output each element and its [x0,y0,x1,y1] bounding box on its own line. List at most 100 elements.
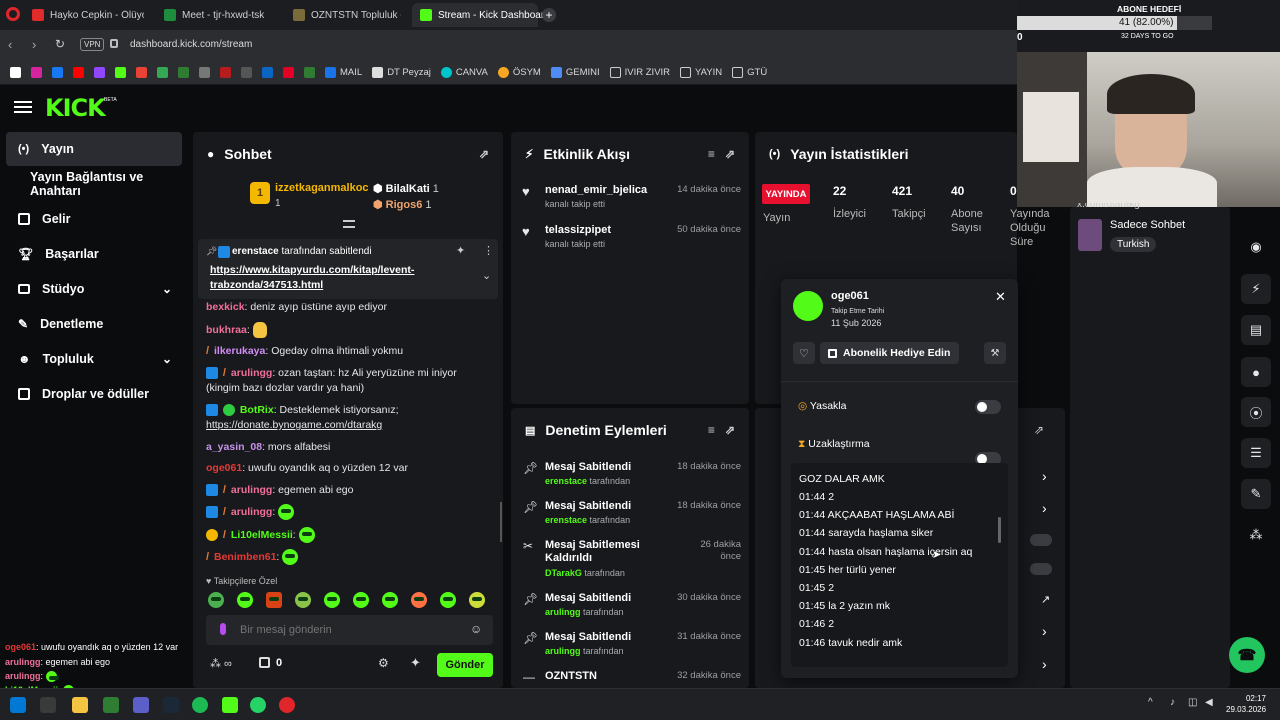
chat-username[interactable]: bukhraa [206,324,247,336]
teams-icon[interactable] [133,697,149,713]
tab-ozntstn[interactable]: OZNTSTN Topluluk - Tier L... [285,3,409,27]
x-bookmark-icon[interactable] [10,66,21,78]
more-options-icon[interactable]: ⋮ [483,244,494,257]
chat-scrollbar[interactable] [500,502,502,542]
heart-button[interactable]: ♡ [793,342,815,364]
microphone-tray-icon[interactable]: ♪ [1170,697,1175,708]
chevron-right-icon[interactable]: › [1042,656,1047,672]
app-icon[interactable] [103,697,119,713]
maps-bookmark-icon[interactable] [157,66,168,78]
gift-subscription-button[interactable]: Abonelik Hediye Edin [820,342,959,364]
emote-icon[interactable] [382,592,398,608]
ban-toggle[interactable] [975,400,1001,414]
bookmark-gtu[interactable]: GTÜ [732,66,767,78]
pin-bookmark-icon[interactable] [220,66,231,78]
sidebar-item-denetleme[interactable]: ✎ Denetleme [6,307,182,341]
leader-second-name[interactable]: ⬢ BilalKati 1 [373,182,439,195]
wrench-icon[interactable]: ✎ [1241,479,1271,509]
sidebar-item-stream-key[interactable]: Yayın Bağlantısı ve Anahtarı [6,167,182,201]
popout-icon[interactable]: ⇗ [725,147,735,161]
reload-icon[interactable]: ↻ [55,37,65,51]
leader-third-name[interactable]: ⬢ Rigos6 1 [373,198,432,211]
volume-icon[interactable]: ◀ [1205,697,1213,708]
bookmark-ivir-zivir[interactable]: IVIR ZIVIR [609,66,670,78]
forward-icon[interactable]: › [32,37,36,52]
history-scrollbar[interactable] [998,517,1001,543]
back-icon[interactable]: ‹ [8,37,12,52]
tab-hayko[interactable]: Hayko Cepkin - Ölüyo... [24,3,152,27]
emote-icon[interactable] [295,592,311,608]
kick-bookmark-icon[interactable] [115,66,126,78]
live-icon[interactable]: ⦿ [1241,397,1271,427]
mod-action-by[interactable]: DTarakG [545,568,582,578]
start-icon[interactable] [10,697,26,713]
pinned-link-line2[interactable]: trabzonda/347513.html [210,279,323,291]
bookmark-osym[interactable]: ÖSYM [497,66,541,78]
chat-username[interactable]: BotRix [240,404,274,416]
chart-icon[interactable]: ↗ [1041,593,1050,606]
emote-icon[interactable] [324,592,340,608]
whatsapp-icon[interactable] [250,697,266,713]
vpn-badge[interactable]: VPN [80,38,105,51]
linkedin-bookmark-icon[interactable] [262,66,273,78]
chat-username[interactable]: arulingg [231,506,272,518]
chat-username[interactable]: arulingg [231,484,272,496]
chat-users-icon[interactable]: ⁂ ∞ [210,657,232,670]
popout-icon[interactable]: ⇗ [725,423,735,437]
chat-message-input[interactable] [240,621,460,639]
link-bookmark-icon[interactable] [199,66,210,78]
chevron-right-icon[interactable]: › [1042,468,1047,484]
user-card-username[interactable]: oge061 [831,290,869,302]
quick-emote-icon[interactable]: ✦ [410,655,421,671]
filter-icon[interactable]: ≡ [708,423,715,437]
chevron-right-icon[interactable]: › [1042,500,1047,516]
emoji-picker-icon[interactable]: ☺ [470,622,482,636]
chat-input-box[interactable]: ☺ [206,615,493,645]
chat-username[interactable]: ilkerukaya [214,345,265,357]
mod-action-by[interactable]: erenstace [545,515,587,525]
popout-icon[interactable]: ⇗ [1034,423,1044,437]
sidebar-item-basarilar[interactable]: 🏆︎ Başarılar [6,237,182,271]
mod-action-by[interactable]: arulingg [545,646,581,656]
bookmark-canva[interactable]: CANVA [440,66,488,78]
social-link[interactable]: x.com/dtarakg [1077,203,1140,212]
dollar-bookmark-icon[interactable] [178,66,189,78]
pinned-link-line1[interactable]: https://www.kitapyurdu.com/kitap/levent- [210,264,414,276]
sidebar-item-studyo[interactable]: Stüdyo ⌄ [6,272,182,306]
sidebar-item-gelir[interactable]: Gelir [6,202,182,236]
gift-icon[interactable] [259,657,270,668]
mod-action-by[interactable]: arulingg [545,607,581,617]
kick-logo[interactable]: KICK [45,94,106,122]
camera-icon[interactable]: ◉ [1241,232,1271,262]
bookmark-dt-peyzaj[interactable]: DT Peyzaj [372,66,431,78]
tab-kick-dashboard[interactable]: Stream - Kick Dashboard [412,3,550,27]
popout-icon[interactable]: ⇗ [479,147,489,161]
chat-link[interactable]: https://donate.bynogame.com/dtarakg [206,419,382,431]
close-icon[interactable]: ✕ [995,289,1006,305]
file-explorer-icon[interactable] [72,697,88,713]
chevron-right-icon[interactable]: › [1042,623,1047,639]
chat-username[interactable]: Li10elMessii [231,529,293,541]
clock-time[interactable]: 02:17 [1232,694,1266,703]
tab-meet[interactable]: Meet - tjr-hxwd-tsk [156,3,284,27]
send-button[interactable]: Gönder [437,653,493,677]
mod-action-by[interactable]: erenstace [545,476,587,486]
activity-user[interactable]: telassizpipet [545,224,611,236]
chat-username[interactable]: arulingg [231,367,272,379]
bookmark-mail[interactable]: MAIL [325,66,362,78]
chat-username[interactable]: a_yasin_08 [206,441,262,453]
leader-first-name[interactable]: izzetkaganmalkoc [275,182,369,194]
kick-app-icon[interactable] [222,697,238,713]
pinterest-bookmark-icon[interactable] [283,66,294,78]
users-icon[interactable]: ⁂ [1241,520,1271,550]
filter-icon[interactable] [343,220,355,228]
emote-icon[interactable] [469,592,485,608]
phone-bookmark-icon[interactable] [304,66,315,78]
unpin-icon[interactable]: ✦ [456,244,465,257]
clock-date[interactable]: 29.03.2026 [1226,705,1266,714]
filter-icon[interactable]: ≡ [708,147,715,161]
youtube-bookmark-icon[interactable] [73,66,84,78]
emote-icon[interactable] [353,592,369,608]
sidebar-item-droplar[interactable]: Droplar ve ödüller [6,377,182,411]
new-tab-icon[interactable]: + [542,8,556,22]
